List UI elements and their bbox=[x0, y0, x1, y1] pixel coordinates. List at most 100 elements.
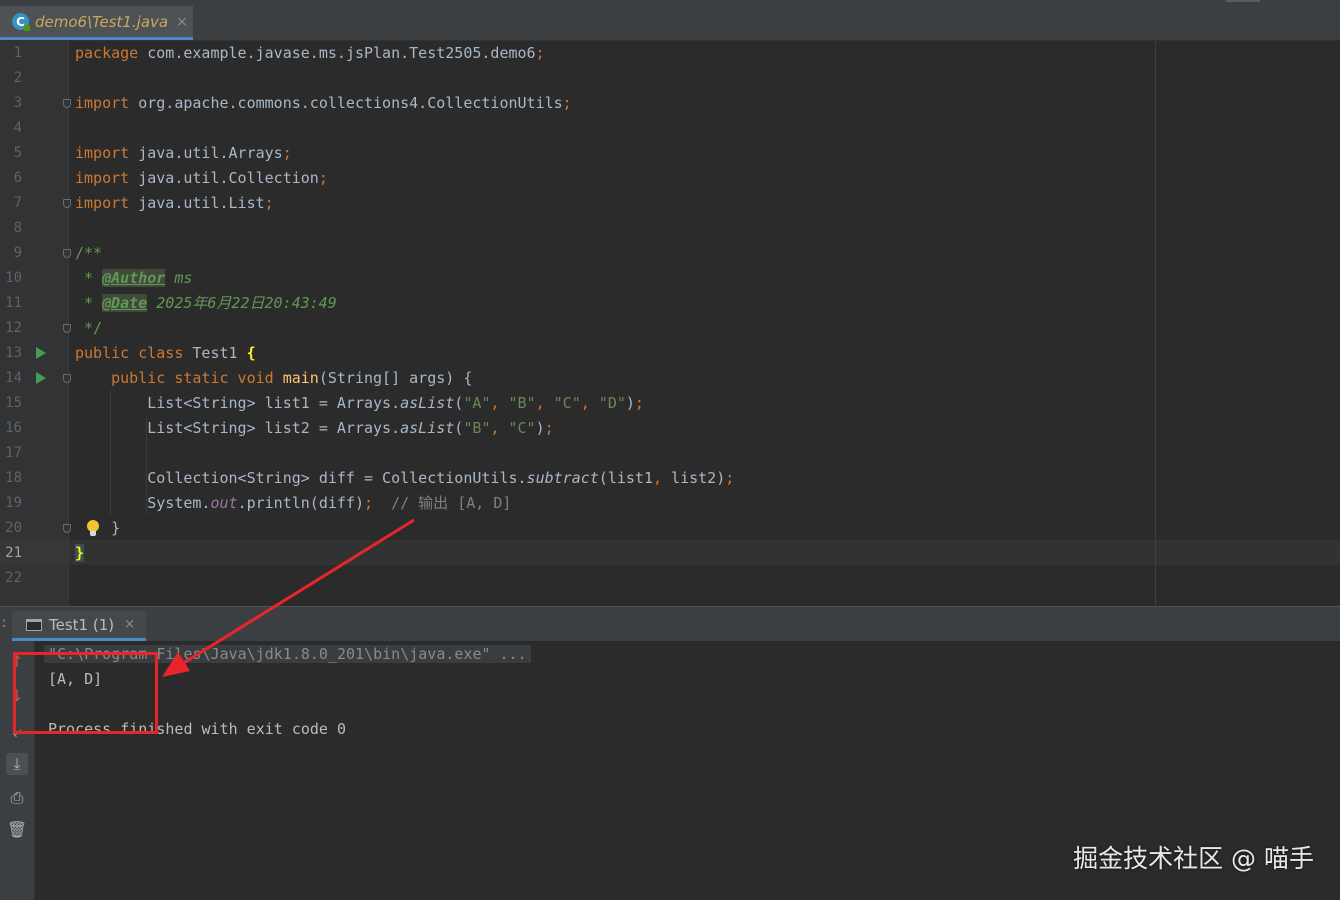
editor-tab-bar: C demo6\Test1.java × bbox=[0, 0, 1340, 41]
semicolon: ; bbox=[562, 94, 572, 112]
run-header: : Test1 (1) × bbox=[0, 607, 1340, 641]
semicolon: ; bbox=[544, 419, 554, 437]
code-text: (list1 bbox=[598, 469, 653, 487]
comma: , bbox=[490, 394, 509, 412]
code-line-20: } bbox=[75, 516, 120, 541]
keyword: public static void bbox=[111, 369, 274, 387]
fold-icon[interactable] bbox=[63, 249, 71, 258]
keyword: import bbox=[75, 94, 130, 112]
fold-icon[interactable] bbox=[63, 199, 71, 208]
editor-gutter: 1 2 3 4 5 6 7 8 9 10 11 12 13 14 15 16 1… bbox=[0, 41, 71, 606]
scroll-to-end-icon[interactable]: ⤓ bbox=[6, 753, 28, 775]
paren: ( bbox=[454, 394, 464, 412]
code-line-15: List<String> list1 = Arrays.asList("A", … bbox=[75, 391, 644, 416]
print-icon[interactable]: ⎙ bbox=[6, 787, 28, 809]
code-editor[interactable]: 1 2 3 4 5 6 7 8 9 10 11 12 13 14 15 16 1… bbox=[0, 41, 1340, 606]
line-number: 15 bbox=[5, 395, 22, 411]
semicolon: ; bbox=[634, 394, 644, 412]
code-line-14: public static void main(String[] args) { bbox=[75, 366, 472, 391]
static-method: asList bbox=[400, 419, 455, 437]
line-number: 2 bbox=[13, 70, 22, 86]
watermark: 掘金技术社区 @ 喵手 bbox=[1073, 844, 1314, 873]
line-number: 20 bbox=[5, 520, 22, 536]
java-class-icon: C bbox=[12, 13, 30, 31]
close-icon[interactable]: × bbox=[124, 617, 135, 632]
code-text: org.apache.commons.collections4.Collecti… bbox=[129, 94, 563, 112]
string-literal: "C" bbox=[553, 394, 581, 412]
code-line-18: Collection<String> diff = CollectionUtil… bbox=[75, 466, 734, 491]
current-line-highlight bbox=[69, 540, 1340, 565]
class-name: Test1 bbox=[183, 344, 247, 362]
fold-icon[interactable] bbox=[63, 524, 71, 533]
fold-icon[interactable] bbox=[63, 374, 71, 383]
editor-tab-test1[interactable]: C demo6\Test1.java × bbox=[0, 6, 193, 40]
semicolon: ; bbox=[725, 469, 735, 487]
string-literal: "C" bbox=[508, 419, 536, 437]
comma: , bbox=[652, 469, 672, 487]
fold-icon[interactable] bbox=[63, 324, 71, 333]
code-text: java.util.Collection bbox=[129, 169, 319, 187]
code-text: (String[] args) { bbox=[318, 369, 473, 387]
static-method: asList bbox=[400, 394, 455, 412]
keyword: import bbox=[75, 144, 130, 162]
line-number: 14 bbox=[5, 370, 22, 386]
string-literal: "A" bbox=[463, 394, 491, 412]
matched-brace: { bbox=[246, 344, 256, 362]
keyword: package bbox=[75, 44, 139, 62]
code-text: list2) bbox=[671, 469, 726, 487]
run-tab-test1[interactable]: Test1 (1) × bbox=[12, 611, 146, 641]
line-number: 4 bbox=[13, 120, 22, 136]
code-text: System. bbox=[75, 494, 211, 512]
header-grip: : bbox=[0, 615, 9, 631]
right-margin-guide bbox=[1155, 41, 1156, 606]
semicolon: ; bbox=[535, 44, 545, 62]
semicolon: ; bbox=[282, 144, 292, 162]
run-gutter-icon[interactable] bbox=[36, 372, 46, 384]
line-number: 8 bbox=[13, 220, 22, 236]
code-text: .println(diff) bbox=[237, 494, 364, 512]
code-line-19: System.out.println(diff); // 输出 [A, D] bbox=[75, 491, 511, 516]
static-field: out bbox=[210, 494, 238, 512]
static-method: subtract bbox=[526, 469, 599, 487]
code-line-9: /** bbox=[75, 244, 103, 262]
closing-brace: } bbox=[75, 519, 121, 537]
keyword: import bbox=[75, 169, 130, 187]
trash-icon[interactable]: 🗑 bbox=[6, 819, 28, 841]
code-text: List<String> list1 = Arrays. bbox=[75, 394, 401, 412]
line-number: 16 bbox=[5, 420, 22, 436]
line-number: 12 bbox=[5, 320, 22, 336]
line-number: 19 bbox=[5, 495, 22, 511]
code-line-11: * @Date 2025年6月22日20:43:49 bbox=[75, 291, 337, 316]
line-number: 7 bbox=[13, 195, 22, 211]
semicolon: ; bbox=[318, 169, 328, 187]
run-gutter-icon[interactable] bbox=[36, 347, 46, 359]
paren: ) bbox=[535, 419, 545, 437]
console-window-icon bbox=[26, 618, 42, 631]
semicolon: ; bbox=[264, 194, 274, 212]
code-line-10: * @Author ms bbox=[75, 266, 192, 291]
code-text: Collection<String> diff = CollectionUtil… bbox=[75, 469, 527, 487]
comma: , bbox=[490, 419, 509, 437]
fold-icon[interactable] bbox=[63, 99, 71, 108]
line-number: 5 bbox=[13, 145, 22, 161]
code-line-5: import java.util.Arrays; bbox=[75, 141, 292, 166]
line-number: 13 bbox=[5, 345, 22, 361]
comma: , bbox=[535, 394, 554, 412]
code-text: java.util.List bbox=[129, 194, 265, 212]
line-comment: // 输出 [A, D] bbox=[373, 494, 512, 512]
line-number: 22 bbox=[5, 570, 22, 586]
method-name: main bbox=[282, 369, 319, 387]
line-number: 18 bbox=[5, 470, 22, 486]
line-number: 10 bbox=[5, 270, 22, 286]
code-line-21: } bbox=[75, 541, 85, 566]
annotation-highlight-box bbox=[13, 652, 158, 734]
string-literal: "D" bbox=[598, 394, 626, 412]
code-line-16: List<String> list2 = Arrays.asList("B", … bbox=[75, 416, 554, 441]
close-icon[interactable]: × bbox=[176, 14, 188, 30]
javadoc-value: 2025年6月22日20:43:49 bbox=[147, 294, 337, 312]
string-literal: "B" bbox=[463, 419, 491, 437]
code-text: com.example.javase.ms.jsPlan.Test2505.de… bbox=[138, 44, 536, 62]
line-number: 11 bbox=[5, 295, 22, 311]
javadoc-value: ms bbox=[165, 269, 193, 287]
